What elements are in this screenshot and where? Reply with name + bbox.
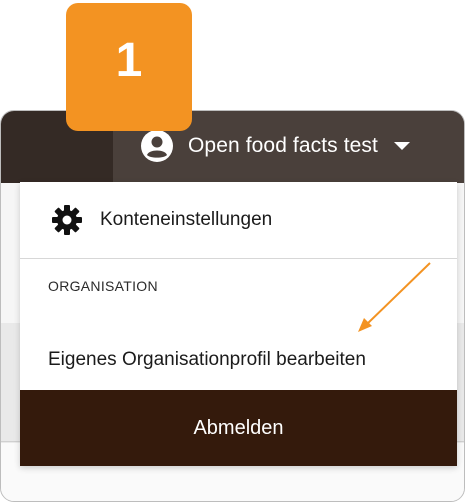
logout-button[interactable]: Abmelden — [20, 390, 457, 466]
organisation-section-label: ORGANISATION — [48, 278, 158, 294]
user-dropdown-menu: Konteneinstellungen ORGANISATION Eigenes… — [20, 182, 457, 466]
account-settings-label: Konteneinstellungen — [100, 209, 273, 230]
account-settings-item[interactable]: Konteneinstellungen — [20, 182, 457, 258]
edit-organisation-profile-item[interactable]: Eigenes Organisationprofil bearbeiten — [20, 332, 457, 388]
edit-organisation-profile-label: Eigenes Organisationprofil bearbeiten — [48, 349, 366, 370]
user-name: Open food facts test — [188, 134, 378, 157]
menu-divider — [20, 258, 457, 259]
user-menu-toggle[interactable]: Open food facts test — [140, 126, 410, 166]
step-number-badge: 1 — [66, 3, 192, 131]
user-circle-icon — [140, 129, 174, 163]
gear-icon — [50, 203, 84, 237]
caret-down-icon — [393, 142, 410, 150]
